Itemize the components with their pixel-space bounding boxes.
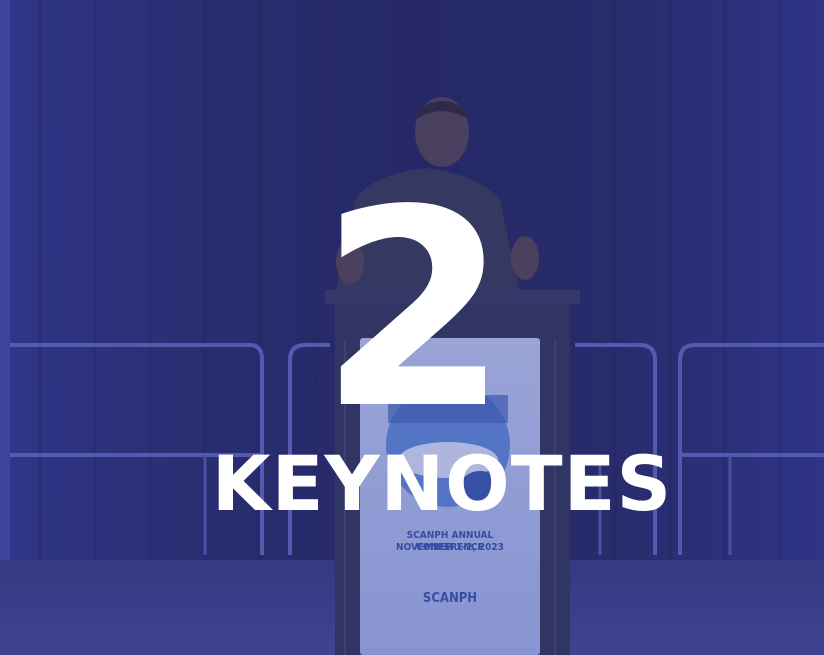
keynote-count: 2 — [319, 153, 508, 469]
keynotes-hero: SCANPH ANNUAL CONFERENCE NOVEMBER 1-2, 2… — [0, 0, 824, 655]
keynote-label: KEYNOTES — [211, 439, 673, 528]
